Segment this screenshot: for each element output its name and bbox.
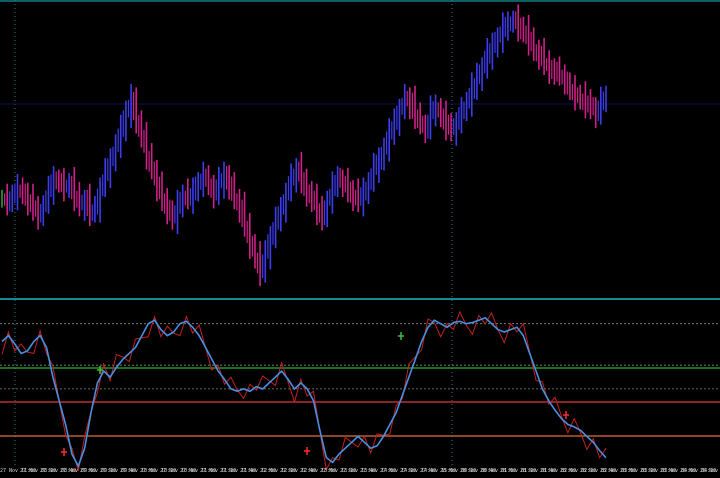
sell-signal-arrow	[61, 448, 67, 456]
oscillator-chart[interactable]	[0, 0, 720, 478]
time-axis: 27 Nov 11:00 27 Nov 08:20 27 Nov 08:40 27 N…	[0, 466, 720, 478]
sell-signal-arrow	[304, 447, 310, 455]
trading-chart-window: 27 Nov 11:00 27 Nov 08:20 27 Nov 08:40 27 N…	[0, 0, 720, 478]
sell-signal-arrow	[563, 411, 569, 419]
oscillator-raw-line	[1, 310, 607, 472]
oscillator-line	[1, 316, 607, 468]
time-tick-label: 28 Nov 04:40	[700, 468, 720, 474]
buy-signal-arrow	[398, 332, 404, 340]
